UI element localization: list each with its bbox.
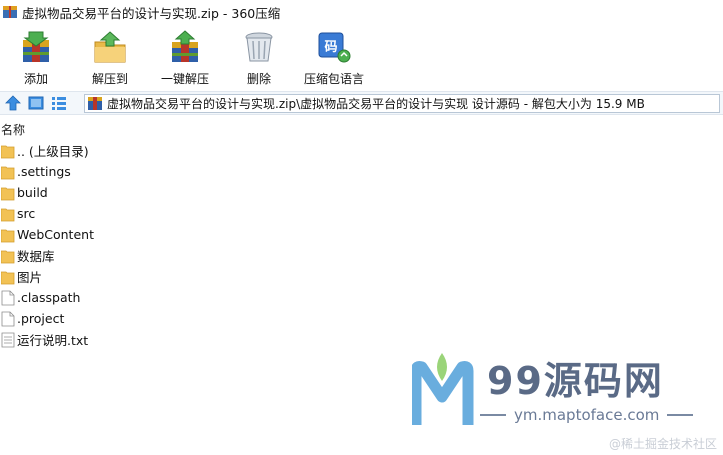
archive-language-button[interactable]: 码 压缩包语言 xyxy=(298,30,370,87)
extract-folder-icon xyxy=(94,31,126,63)
archive-language-label: 压缩包语言 xyxy=(303,72,364,86)
list-item-parent-dir[interactable]: .. (上级目录) xyxy=(0,140,723,161)
list-item-name: .. (上级目录) xyxy=(17,144,89,159)
watermark: 99源码网 ym.maptoface.com xyxy=(410,345,712,431)
list-view-button[interactable] xyxy=(49,93,69,113)
one-click-extract-icon xyxy=(172,30,198,62)
list-item-name: src xyxy=(17,206,36,221)
extract-to-button[interactable]: 解压到 xyxy=(74,30,146,87)
list-item-name: 运行说明.txt xyxy=(17,333,89,348)
extract-to-label: 解压到 xyxy=(91,72,128,86)
window-title: 虚拟物品交易平台的设计与实现.zip - 360压缩 xyxy=(22,5,281,21)
delete-button[interactable]: 删除 xyxy=(223,30,295,87)
svg-text:码: 码 xyxy=(324,40,337,55)
folder-icon xyxy=(1,187,15,200)
list-item-build[interactable]: build xyxy=(0,182,723,203)
add-label: 添加 xyxy=(23,72,48,86)
file-icon xyxy=(1,311,15,326)
folder-icon xyxy=(1,229,15,242)
list-item-name: 数据库 xyxy=(17,249,55,264)
watermark-line-left xyxy=(480,414,506,416)
add-archive-icon xyxy=(23,31,49,62)
list-item-database[interactable]: 数据库 xyxy=(0,245,723,266)
add-button[interactable]: 添加 xyxy=(0,30,72,87)
list-item-name: .classpath xyxy=(17,290,81,305)
list-item-name: .project xyxy=(17,311,65,326)
list-item-name: build xyxy=(17,185,48,200)
folder-icon xyxy=(1,250,15,263)
text-file-icon xyxy=(1,332,15,347)
name-column-header[interactable]: 名称 xyxy=(0,121,723,137)
list-item-src[interactable]: src xyxy=(0,203,723,224)
up-folder-button[interactable] xyxy=(3,93,23,113)
zip-archive-icon xyxy=(3,6,17,18)
archive-language-icon: 码 xyxy=(318,32,351,63)
thumbnail-view-button[interactable] xyxy=(26,93,46,113)
one-click-extract-button[interactable]: 一键解压 xyxy=(149,30,221,87)
one-click-extract-label: 一键解压 xyxy=(160,72,209,86)
file-icon xyxy=(1,290,15,305)
list-item-project[interactable]: .project xyxy=(0,308,723,329)
title-bar: 虚拟物品交易平台的设计与实现.zip - 360压缩 xyxy=(0,0,723,24)
list-item-classpath[interactable]: .classpath xyxy=(0,287,723,308)
list-item-name: .settings xyxy=(17,164,71,179)
watermark-url-row: ym.maptoface.com xyxy=(480,405,712,425)
up-arrow-icon xyxy=(5,95,21,111)
toolbar: 添加 解压到 一键解压 删除 码 压缩包语言 xyxy=(0,24,723,90)
watermark-brand: 99源码网 xyxy=(487,359,664,403)
watermark-url: ym.maptoface.com xyxy=(514,406,660,424)
list-item-settings[interactable]: .settings xyxy=(0,161,723,182)
folder-icon xyxy=(1,271,15,284)
folder-icon xyxy=(1,208,15,221)
path-text: 虚拟物品交易平台的设计与实现.zip\虚拟物品交易平台的设计与实现 设计源码 -… xyxy=(107,97,645,111)
zip-archive-icon xyxy=(88,97,102,110)
folder-icon xyxy=(1,166,15,179)
list-item-name: WebContent xyxy=(17,227,94,242)
address-bar: 虚拟物品交易平台的设计与实现.zip\虚拟物品交易平台的设计与实现 设计源码 -… xyxy=(0,91,723,115)
folder-icon xyxy=(1,145,15,158)
list-view-icon xyxy=(52,97,66,110)
path-field[interactable]: 虚拟物品交易平台的设计与实现.zip\虚拟物品交易平台的设计与实现 设计源码 -… xyxy=(84,94,720,113)
list-item-webcontent[interactable]: WebContent xyxy=(0,224,723,245)
list-item-images[interactable]: 图片 xyxy=(0,266,723,287)
watermark-line-right xyxy=(667,414,694,416)
file-list: .. (上级目录) .settings build src WebContent… xyxy=(0,140,723,350)
watermark-logo-icon xyxy=(410,353,474,425)
delete-label: 删除 xyxy=(246,72,271,86)
thumbnail-view-icon xyxy=(28,96,44,110)
credit-watermark: @稀土掘金技术社区 xyxy=(608,437,717,451)
trash-can-icon xyxy=(245,32,273,62)
list-item-name: 图片 xyxy=(17,270,43,285)
